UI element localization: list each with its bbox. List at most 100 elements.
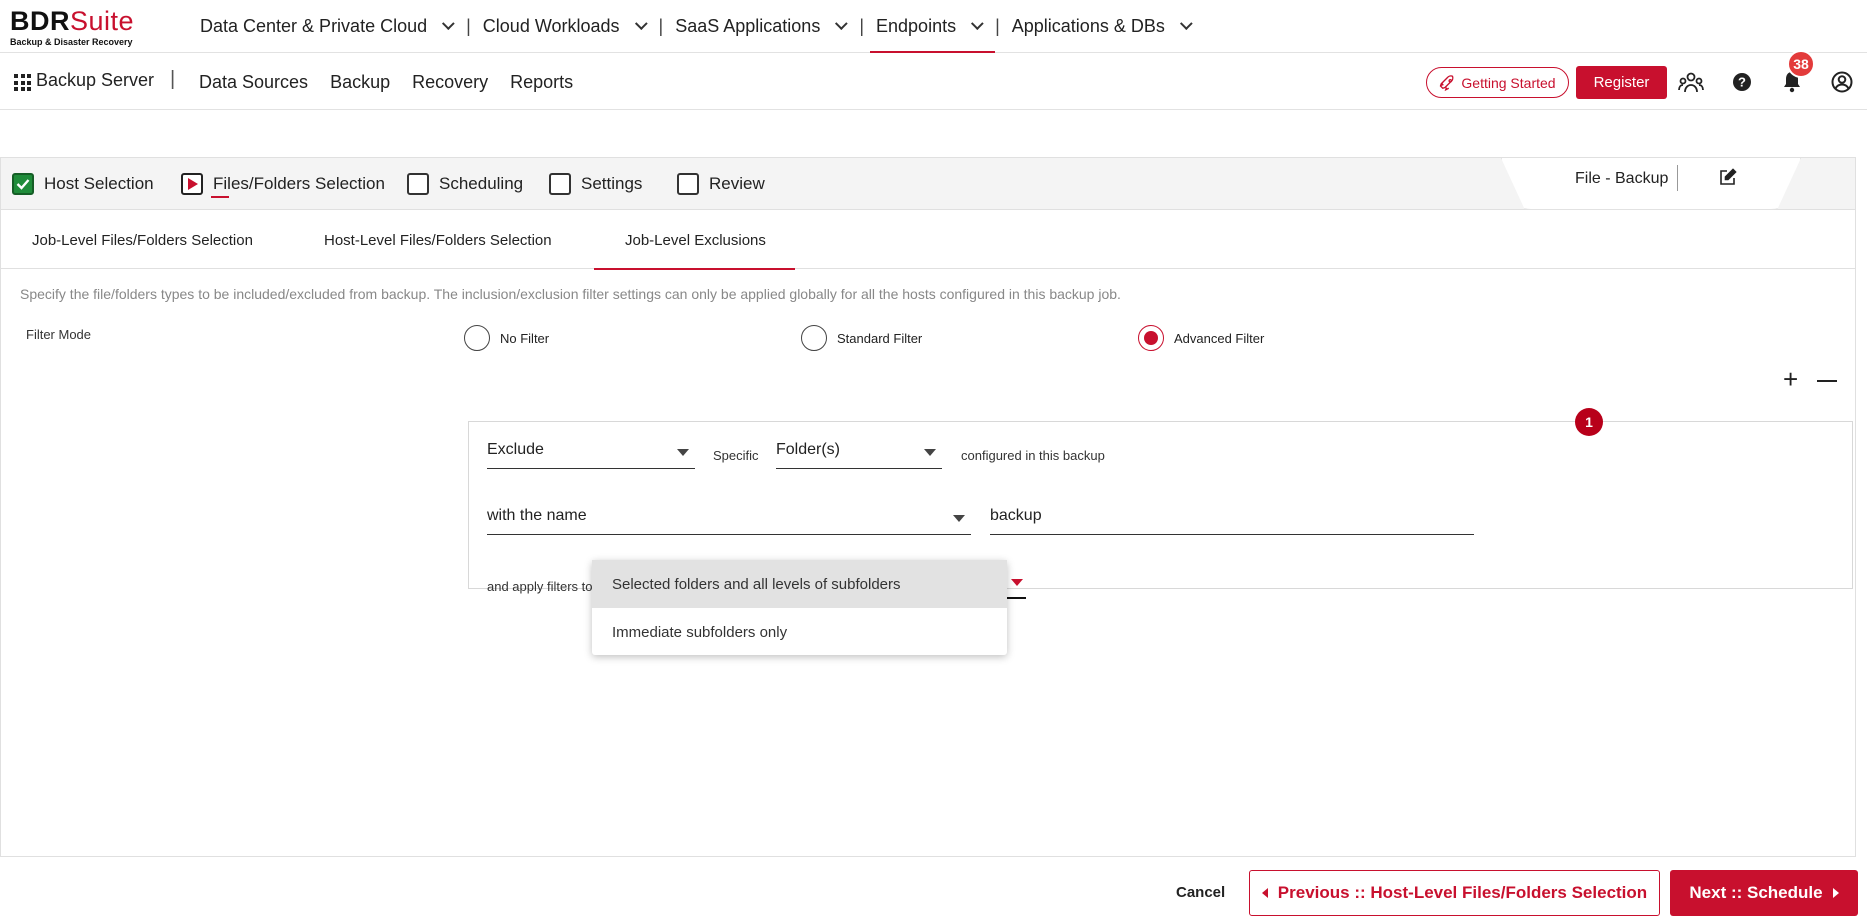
- radio-circle: [801, 325, 827, 351]
- top-menu-endpoints[interactable]: Endpoints: [870, 0, 996, 53]
- wizard-footer: Cancel Previous :: Host-Level Files/Fold…: [0, 857, 1867, 922]
- top-menu-label: Cloud Workloads: [482, 16, 620, 36]
- radio-label: Advanced Filter: [1174, 330, 1265, 346]
- chevron-down-icon: [634, 17, 648, 31]
- top-menu-applications-dbs[interactable]: Applications & DBs: [1012, 0, 1198, 53]
- caret-right-icon: [1832, 888, 1839, 898]
- step-label: Settings: [581, 174, 643, 193]
- step-label: Host Selection: [44, 174, 154, 193]
- top-menu-label: Applications & DBs: [1011, 16, 1165, 36]
- target-type-value: Folder(s): [776, 441, 841, 458]
- backup-wizard-panel: Host Selection Files/Folders Selection S…: [0, 157, 1856, 857]
- chevron-down-icon: [1179, 17, 1193, 31]
- top-menu-cloud-workloads[interactable]: Cloud Workloads: [483, 0, 653, 53]
- tab-host-level-selection[interactable]: Host-Level Files/Folders Selection: [324, 211, 552, 269]
- edit-icon[interactable]: [1719, 168, 1737, 191]
- menu-separator: |: [995, 16, 1000, 36]
- step-files-folders-selection[interactable]: Files/Folders Selection: [181, 173, 385, 195]
- tab-job-level-exclusions[interactable]: Job-Level Exclusions: [594, 211, 795, 270]
- caret-down-icon: [953, 515, 965, 522]
- action-select[interactable]: Exclude: [487, 441, 695, 469]
- backup-server-title[interactable]: Backup Server: [36, 70, 154, 91]
- wizard-step-bar: Host Selection Files/Folders Selection S…: [1, 158, 1855, 210]
- nav-link-data-sources[interactable]: Data Sources: [199, 72, 308, 93]
- radio-no-filter[interactable]: No Filter: [464, 325, 549, 351]
- checkbox-empty-icon: [407, 173, 429, 195]
- top-menu: Data Center & Private Cloud | Cloud Work…: [200, 0, 1198, 53]
- secondary-navigation: Backup Server | Data Sources Backup Reco…: [0, 50, 1867, 110]
- logo-tagline: Backup & Disaster Recovery: [10, 37, 133, 47]
- caret-left-icon: [1261, 888, 1268, 898]
- getting-started-label: Getting Started: [1461, 74, 1556, 91]
- rule-index-badge: 1: [1575, 408, 1603, 436]
- add-rule-button[interactable]: +: [1783, 366, 1798, 392]
- top-menu-data-center[interactable]: Data Center & Private Cloud: [200, 0, 460, 53]
- chevron-down-icon: [971, 17, 984, 31]
- radio-advanced-filter[interactable]: Advanced Filter: [1138, 325, 1264, 351]
- getting-started-button[interactable]: Getting Started: [1426, 67, 1569, 98]
- checkbox-empty-icon: [677, 173, 699, 195]
- logo-text-bold: BDR: [10, 6, 70, 36]
- exclusion-description: Specify the file/folders types to be inc…: [20, 286, 1121, 302]
- step-label: Files/Folders Selection: [213, 174, 385, 193]
- apply-filters-label: and apply filters to: [487, 579, 593, 594]
- top-menu-label: Data Center & Private Cloud: [200, 16, 428, 36]
- subnav-separator: |: [170, 68, 176, 90]
- condition-select[interactable]: with the name: [487, 507, 971, 535]
- user-profile-icon[interactable]: [1828, 68, 1856, 96]
- step-host-selection[interactable]: Host Selection: [12, 173, 154, 195]
- chevron-down-icon: [442, 17, 455, 31]
- top-menu-label: SaaS Applications: [675, 16, 821, 36]
- top-menu-saas-applications[interactable]: SaaS Applications: [675, 0, 853, 53]
- apply-to-select-underline: [1006, 597, 1026, 599]
- remove-rule-button[interactable]: [1817, 380, 1837, 382]
- radio-circle-selected: [1138, 325, 1164, 351]
- caret-down-icon: [924, 449, 936, 456]
- tab-job-level-selection[interactable]: Job-Level Files/Folders Selection: [32, 211, 253, 269]
- previous-button[interactable]: Previous :: Host-Level Files/Folders Sel…: [1249, 870, 1660, 916]
- rocket-icon: [1440, 74, 1454, 91]
- menu-separator: |: [658, 16, 664, 36]
- condition-value: with the name: [487, 507, 587, 524]
- bdrsuite-logo[interactable]: BDRSuite Backup & Disaster Recovery: [10, 6, 135, 48]
- menu-separator: |: [466, 16, 471, 36]
- caret-down-icon[interactable]: [1011, 579, 1023, 586]
- caret-down-icon: [677, 449, 689, 456]
- play-icon: [181, 173, 203, 195]
- top-navigation: BDRSuite Backup & Disaster Recovery Data…: [0, 0, 1867, 53]
- apply-to-dropdown-menu: Selected folders and all levels of subfo…: [592, 560, 1007, 655]
- target-type-select[interactable]: Folder(s): [776, 441, 942, 469]
- filter-mode-label: Filter Mode: [26, 327, 92, 342]
- top-menu-label: Endpoints: [876, 16, 957, 36]
- option-selected-folders-all-subfolders[interactable]: Selected folders and all levels of subfo…: [592, 560, 1007, 608]
- step-review[interactable]: Review: [677, 173, 765, 195]
- radio-label: Standard Filter: [837, 330, 923, 346]
- app-grid-icon[interactable]: [14, 74, 31, 91]
- checkbox-empty-icon: [549, 173, 571, 195]
- nav-link-recovery[interactable]: Recovery: [412, 72, 488, 93]
- step-settings[interactable]: Settings: [549, 173, 642, 195]
- notification-badge: 38: [1787, 50, 1815, 78]
- current-step-underline: [211, 196, 229, 198]
- step-label: Review: [709, 174, 765, 193]
- chevron-down-icon: [835, 17, 849, 31]
- radio-standard-filter[interactable]: Standard Filter: [801, 325, 922, 351]
- specific-label: Specific: [713, 448, 759, 463]
- previous-label: Previous :: Host-Level Files/Folders Sel…: [1277, 883, 1648, 902]
- next-button[interactable]: Next :: Schedule: [1670, 870, 1858, 916]
- logo-text-light: Suite: [70, 6, 135, 36]
- selection-tabs: Job-Level Files/Folders Selection Host-L…: [1, 211, 1855, 270]
- action-select-value: Exclude: [487, 441, 544, 458]
- nav-link-reports[interactable]: Reports: [510, 72, 573, 93]
- configured-text: configured in this backup: [961, 448, 1105, 463]
- cancel-button[interactable]: Cancel: [1176, 884, 1225, 901]
- name-value-input[interactable]: backup: [990, 507, 1474, 535]
- radio-circle: [464, 325, 490, 351]
- help-icon[interactable]: ?: [1728, 68, 1756, 96]
- nav-link-backup[interactable]: Backup: [330, 72, 390, 93]
- users-icon[interactable]: [1677, 68, 1705, 96]
- step-label: Scheduling: [439, 174, 524, 193]
- register-button[interactable]: Register: [1576, 66, 1667, 99]
- step-scheduling[interactable]: Scheduling: [407, 173, 523, 195]
- option-immediate-subfolders[interactable]: Immediate subfolders only: [592, 608, 1007, 656]
